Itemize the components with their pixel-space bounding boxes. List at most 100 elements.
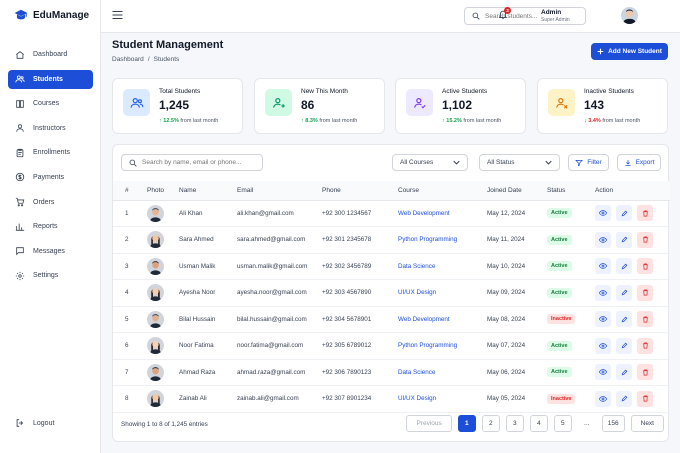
- sidebar-item-label: Instructors: [33, 124, 66, 132]
- student-course[interactable]: Web Development: [398, 200, 487, 227]
- delete-button[interactable]: [637, 258, 653, 275]
- stat-value: 86: [301, 98, 315, 112]
- student-course[interactable]: Web Development: [398, 306, 487, 333]
- joined-date: May 10, 2024: [487, 253, 547, 280]
- add-student-button[interactable]: Add New Student: [591, 43, 668, 60]
- stat-change-value: ↑ 8.3%: [301, 118, 318, 124]
- edit-button[interactable]: [616, 337, 632, 354]
- table-row: 7 Ahmad Raza ahmad.raza@gmail.com +92 30…: [113, 359, 670, 386]
- admin-avatar[interactable]: [621, 7, 638, 24]
- logout-button[interactable]: Logout: [15, 418, 54, 428]
- sidebar-item-dashboard[interactable]: Dashboard: [8, 45, 93, 64]
- student-course[interactable]: Python Programming: [398, 332, 487, 360]
- sidebar-item-orders[interactable]: Orders: [8, 193, 93, 212]
- stat-change-value: ↑ 12.5%: [159, 118, 179, 124]
- export-button[interactable]: Export: [617, 154, 661, 171]
- status-cell: Inactive: [547, 385, 595, 413]
- edit-button[interactable]: [616, 364, 632, 381]
- student-course[interactable]: Data Science: [398, 253, 487, 280]
- page-button-5[interactable]: 5: [553, 415, 572, 432]
- delete-button[interactable]: [637, 231, 653, 248]
- breadcrumb-dashboard[interactable]: Dashboard: [112, 56, 144, 63]
- page-button-3[interactable]: 3: [505, 415, 524, 432]
- view-button[interactable]: [595, 390, 611, 407]
- photo-cell: [147, 385, 179, 413]
- view-button[interactable]: [595, 258, 611, 275]
- status-filter-select[interactable]: All Status: [479, 154, 560, 171]
- view-button[interactable]: [595, 311, 611, 328]
- view-button[interactable]: [595, 284, 611, 301]
- page-button-1[interactable]: 1: [457, 415, 476, 432]
- joined-date: May 07, 2024: [487, 332, 547, 360]
- view-button[interactable]: [595, 231, 611, 248]
- page-button-156[interactable]: 156: [601, 415, 625, 432]
- student-course[interactable]: Python Programming: [398, 226, 487, 254]
- photo-cell: [147, 279, 179, 307]
- joined-date: May 08, 2024: [487, 306, 547, 333]
- search-icon: [129, 159, 137, 167]
- edit-button[interactable]: [616, 231, 632, 248]
- delete-button[interactable]: [637, 390, 653, 407]
- sidebar-item-payments[interactable]: Payments: [8, 168, 93, 187]
- sidebar-item-enrollments[interactable]: Enrollments: [8, 143, 93, 162]
- student-email: ayesha.noor@gmail.com: [237, 279, 322, 307]
- status-badge: Inactive: [547, 393, 576, 404]
- student-email: sara.ahmed@gmail.com: [237, 226, 322, 254]
- student-name: Zainab Ali: [179, 385, 237, 413]
- sidebar-item-instructors[interactable]: Instructors: [8, 119, 93, 138]
- student-course[interactable]: Data Science: [398, 359, 487, 386]
- stat-label: Total Students: [159, 88, 201, 95]
- page-button-2[interactable]: 2: [481, 415, 500, 432]
- logout-icon: [15, 418, 25, 428]
- view-button[interactable]: [595, 337, 611, 354]
- stat-card-active-students: Active Students 1,102 ↑ 15.2% from last …: [395, 78, 526, 134]
- edit-button[interactable]: [616, 390, 632, 407]
- table-row: 4 Ayesha Noor ayesha.noor@gmail.com +92 …: [113, 279, 670, 307]
- status-cell: Active: [547, 253, 595, 280]
- stat-label: New This Month: [301, 88, 348, 95]
- delete-button[interactable]: [637, 311, 653, 328]
- pencil-icon: [621, 369, 628, 376]
- view-button[interactable]: [595, 364, 611, 381]
- sidebar-item-messages[interactable]: Messages: [8, 242, 93, 261]
- delete-button[interactable]: [637, 364, 653, 381]
- page-button-4[interactable]: 4: [529, 415, 548, 432]
- student-course[interactable]: UI/UX Design: [398, 385, 487, 413]
- status-badge: Active: [547, 208, 572, 219]
- sidebar-item-label: Reports: [33, 223, 58, 231]
- sidebar-item-reports[interactable]: Reports: [8, 217, 93, 236]
- delete-button[interactable]: [637, 284, 653, 301]
- filter-button[interactable]: Filter: [568, 154, 609, 171]
- trash-icon: [642, 210, 649, 217]
- edit-button[interactable]: [616, 311, 632, 328]
- student-name: Usman Malik: [179, 253, 237, 280]
- joined-date: May 06, 2024: [487, 359, 547, 386]
- table-search-input[interactable]: [142, 159, 260, 166]
- table-search[interactable]: [121, 154, 263, 171]
- column-header: Joined Date: [487, 181, 547, 201]
- next-page-button[interactable]: Next: [630, 415, 664, 432]
- menu-icon[interactable]: [112, 10, 123, 20]
- photo-cell: [147, 226, 179, 254]
- edit-button[interactable]: [616, 205, 632, 222]
- trash-icon: [642, 342, 649, 349]
- row-number: 5: [113, 306, 147, 333]
- edit-button[interactable]: [616, 258, 632, 275]
- sidebar-item-students[interactable]: Students: [8, 69, 93, 89]
- edit-button[interactable]: [616, 284, 632, 301]
- course-filter-select[interactable]: All Courses: [392, 154, 468, 171]
- users-icon: [123, 89, 150, 116]
- row-number: 3: [113, 253, 147, 280]
- previous-page-button[interactable]: Previous: [406, 415, 452, 432]
- app-logo[interactable]: EduManage: [14, 9, 89, 21]
- action-cell: [595, 279, 670, 307]
- pencil-icon: [621, 236, 628, 243]
- view-button[interactable]: [595, 205, 611, 222]
- column-header: Email: [237, 181, 322, 201]
- sidebar-item-courses[interactable]: Courses: [8, 94, 93, 113]
- student-course[interactable]: UI/UX Design: [398, 279, 487, 307]
- delete-button[interactable]: [637, 337, 653, 354]
- joined-date: May 11, 2024: [487, 226, 547, 254]
- sidebar-item-settings[interactable]: Settings: [8, 266, 93, 285]
- delete-button[interactable]: [637, 205, 653, 222]
